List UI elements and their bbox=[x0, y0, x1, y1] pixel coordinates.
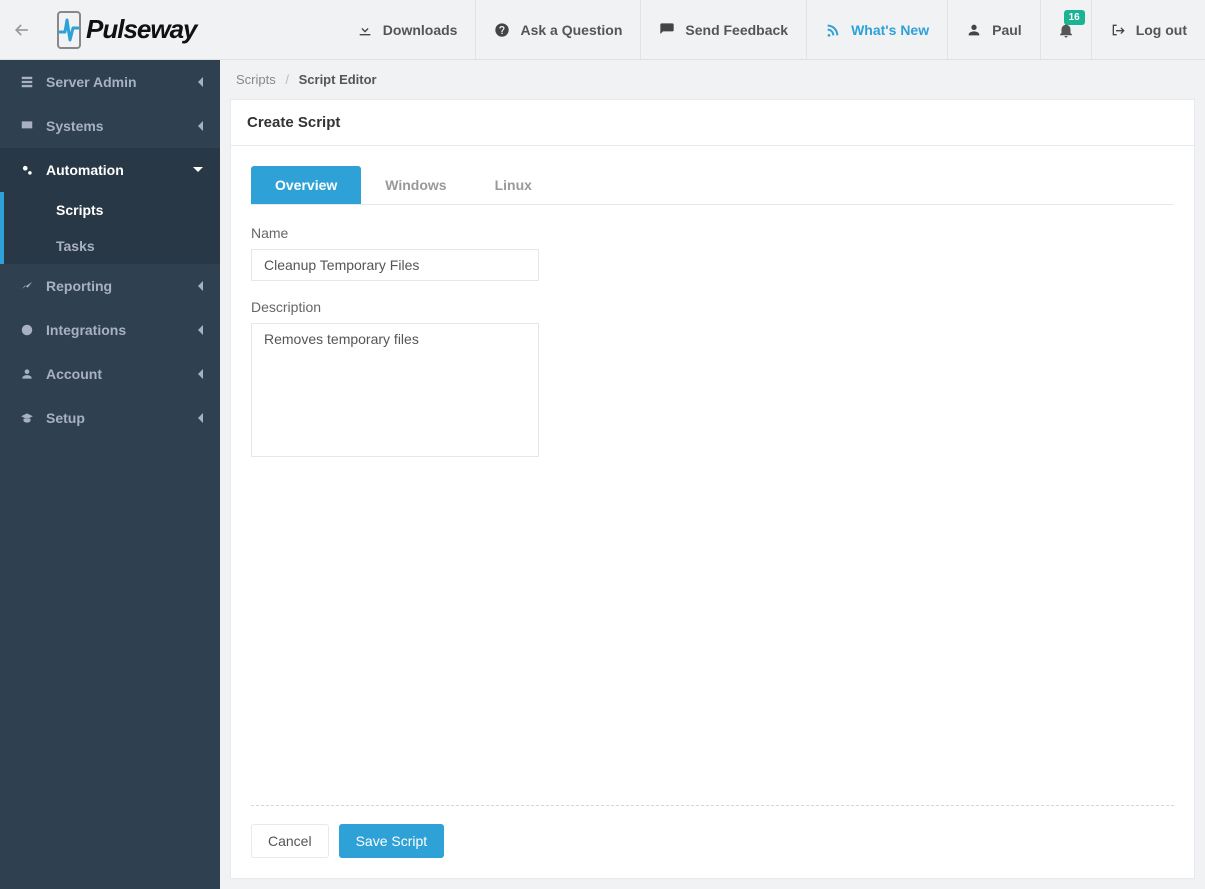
comment-icon bbox=[659, 22, 675, 38]
download-icon bbox=[357, 22, 373, 38]
desktop-icon bbox=[20, 119, 34, 133]
sidebar-item-label: Automation bbox=[46, 162, 124, 178]
sidebar-item-label: Server Admin bbox=[46, 74, 137, 90]
breadcrumb-separator: / bbox=[285, 72, 289, 87]
cogs-icon bbox=[20, 163, 34, 177]
brand-logo[interactable]: Pulseway bbox=[44, 10, 207, 50]
sidebar-item-automation[interactable]: Automation bbox=[0, 148, 220, 192]
topbar-whatsnew-label: What's New bbox=[851, 22, 929, 38]
sidebar: Server Admin Systems Automation Scripts … bbox=[0, 60, 220, 889]
back-button[interactable] bbox=[0, 20, 44, 40]
sidebar-item-label: Account bbox=[46, 366, 102, 382]
notification-badge: 16 bbox=[1064, 10, 1085, 25]
chevron-left-icon bbox=[196, 368, 204, 380]
graduation-cap-icon bbox=[20, 411, 34, 425]
description-textarea[interactable] bbox=[251, 323, 539, 457]
name-input[interactable] bbox=[251, 249, 539, 281]
topbar-notifications[interactable]: 16 bbox=[1040, 0, 1091, 59]
tabs: Overview Windows Linux bbox=[251, 166, 1174, 205]
tab-overview[interactable]: Overview bbox=[251, 166, 361, 204]
panel: Create Script Overview Windows Linux Nam… bbox=[230, 99, 1195, 879]
topbar-logout-label: Log out bbox=[1136, 22, 1187, 38]
tab-windows[interactable]: Windows bbox=[361, 166, 470, 204]
topbar-ask-label: Ask a Question bbox=[520, 22, 622, 38]
logout-icon bbox=[1110, 22, 1126, 38]
topbar-logout[interactable]: Log out bbox=[1091, 0, 1205, 59]
sidebar-item-account[interactable]: Account bbox=[0, 352, 220, 396]
panel-footer: Cancel Save Script bbox=[251, 805, 1174, 858]
tasks-icon bbox=[20, 75, 34, 89]
chevron-left-icon bbox=[196, 324, 204, 336]
topbar: Pulseway Downloads Ask a Question Send F… bbox=[0, 0, 1205, 60]
dashboard-icon bbox=[20, 323, 34, 337]
breadcrumb-current: Script Editor bbox=[299, 72, 377, 87]
topbar-downloads-label: Downloads bbox=[383, 22, 458, 38]
topbar-ask[interactable]: Ask a Question bbox=[475, 0, 640, 59]
chevron-down-icon bbox=[192, 166, 204, 174]
logo-icon bbox=[54, 10, 84, 50]
topbar-feedback[interactable]: Send Feedback bbox=[640, 0, 806, 59]
rss-icon bbox=[825, 22, 841, 38]
topbar-user[interactable]: Paul bbox=[947, 0, 1040, 59]
save-button[interactable]: Save Script bbox=[339, 824, 445, 858]
topbar-downloads[interactable]: Downloads bbox=[339, 0, 476, 59]
sidebar-subitem-tasks[interactable]: Tasks bbox=[4, 228, 220, 264]
cancel-button[interactable]: Cancel bbox=[251, 824, 329, 858]
tab-linux[interactable]: Linux bbox=[471, 166, 556, 204]
sidebar-item-label: Systems bbox=[46, 118, 104, 134]
sidebar-item-label: Reporting bbox=[46, 278, 112, 294]
chart-icon bbox=[20, 279, 34, 293]
sidebar-item-server-admin[interactable]: Server Admin bbox=[0, 60, 220, 104]
topbar-whatsnew[interactable]: What's New bbox=[806, 0, 947, 59]
sidebar-item-label: Integrations bbox=[46, 322, 126, 338]
chevron-left-icon bbox=[196, 412, 204, 424]
panel-title: Create Script bbox=[231, 100, 1194, 146]
brand-name: Pulseway bbox=[86, 14, 197, 45]
sidebar-subitem-label: Tasks bbox=[56, 238, 95, 254]
question-icon bbox=[494, 22, 510, 38]
sidebar-item-systems[interactable]: Systems bbox=[0, 104, 220, 148]
topbar-feedback-label: Send Feedback bbox=[685, 22, 788, 38]
chevron-left-icon bbox=[196, 280, 204, 292]
breadcrumb-parent[interactable]: Scripts bbox=[236, 72, 276, 87]
chevron-left-icon bbox=[196, 120, 204, 132]
sidebar-item-label: Setup bbox=[46, 410, 85, 426]
sidebar-item-setup[interactable]: Setup bbox=[0, 396, 220, 440]
sidebar-subitem-label: Scripts bbox=[56, 202, 103, 218]
description-label: Description bbox=[251, 299, 539, 315]
sidebar-submenu-automation: Scripts Tasks bbox=[0, 192, 220, 264]
sidebar-subitem-scripts[interactable]: Scripts bbox=[4, 192, 220, 228]
user-icon bbox=[20, 367, 34, 381]
chevron-left-icon bbox=[196, 76, 204, 88]
name-label: Name bbox=[251, 225, 539, 241]
breadcrumb: Scripts / Script Editor bbox=[220, 60, 1205, 99]
main-content: Scripts / Script Editor Create Script Ov… bbox=[220, 60, 1205, 889]
sidebar-item-reporting[interactable]: Reporting bbox=[0, 264, 220, 308]
user-icon bbox=[966, 22, 982, 38]
sidebar-item-integrations[interactable]: Integrations bbox=[0, 308, 220, 352]
topbar-user-label: Paul bbox=[992, 22, 1022, 38]
